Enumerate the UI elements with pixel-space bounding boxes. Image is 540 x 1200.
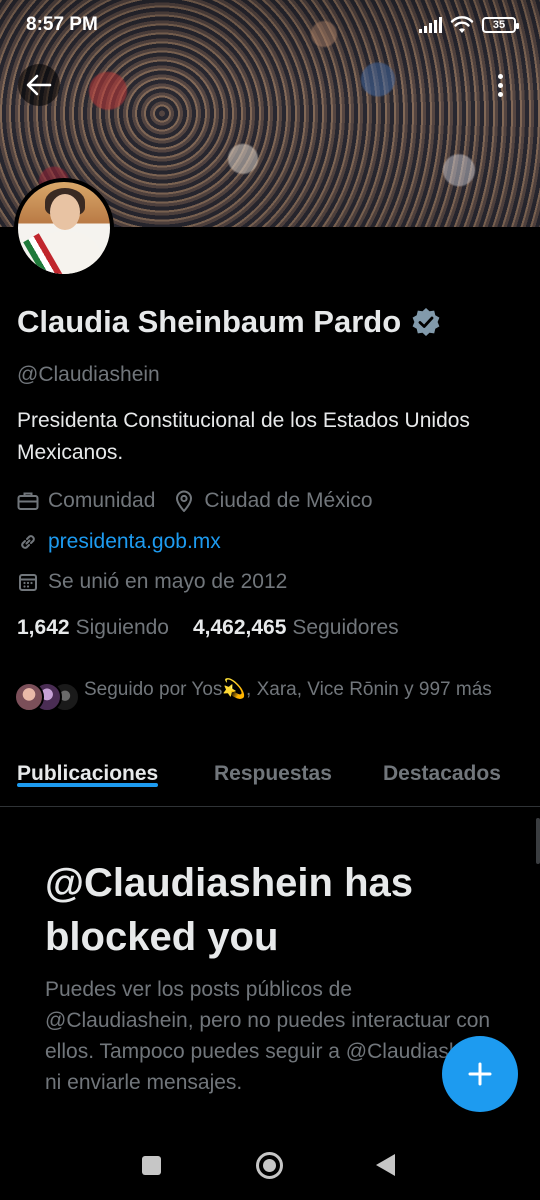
profile-name-row: Claudia Sheinbaum Pardo <box>17 304 441 340</box>
following-count: 1,642 <box>17 616 70 639</box>
briefcase-icon <box>17 490 39 512</box>
avatar <box>14 682 44 712</box>
signal-icon <box>419 17 442 33</box>
profile-category: Comunidad <box>48 489 156 512</box>
profile-page: 8:57 PM 35 Claudia Sheinbaum Pardo @Clau… <box>0 0 540 1200</box>
follow-counts: 1,642 Siguiendo 4,462,465 Seguidores <box>17 616 399 640</box>
recents-button[interactable] <box>142 1156 161 1175</box>
followers-count: 4,462,465 <box>192 616 287 639</box>
home-button[interactable] <box>256 1152 283 1179</box>
profile-tabs: Publicaciones Respuestas Destacados <box>0 744 540 807</box>
location-pin-icon <box>173 490 195 512</box>
tab-label: Destacados <box>383 762 501 785</box>
home-circle-icon <box>263 1159 276 1172</box>
calendar-icon <box>17 571 39 593</box>
profile-website-link[interactable]: presidenta.gob.mx <box>48 530 221 554</box>
followers-label: Seguidores <box>292 616 399 639</box>
plus-icon <box>468 1062 492 1086</box>
tab-publicaciones[interactable]: Publicaciones <box>17 744 159 787</box>
profile-meta-row-3: Se unió en mayo de 2012 <box>17 570 287 594</box>
link-icon <box>17 531 39 553</box>
tab-destacados[interactable]: Destacados <box>383 744 501 786</box>
profile-join-date: Se unió en mayo de 2012 <box>48 570 288 593</box>
system-back-button[interactable] <box>376 1154 395 1176</box>
followed-by-text: Seguido por Yos💫, Xara, Vice Rōnin y 997… <box>84 679 492 700</box>
status-bar: 8:57 PM 35 <box>0 0 540 50</box>
tab-label: Respuestas <box>214 762 332 785</box>
profile-meta-row-1: Comunidad Ciudad de México <box>17 489 373 513</box>
status-time: 8:57 PM <box>26 14 98 35</box>
profile-avatar[interactable] <box>14 178 114 278</box>
blocked-body: Puedes ver los posts públicos de @Claudi… <box>45 978 491 1094</box>
more-options-button[interactable] <box>480 64 520 106</box>
blocked-title: @Claudiashein has blocked you <box>45 861 413 959</box>
profile-bio: Presidenta Constitucional de los Estados… <box>17 409 470 464</box>
back-button[interactable] <box>18 64 60 106</box>
arrow-left-icon <box>26 74 52 96</box>
profile-location: Ciudad de México <box>204 489 373 512</box>
followers-link[interactable]: 4,462,465 Seguidores <box>193 616 399 640</box>
following-link[interactable]: 1,642 Siguiendo <box>17 616 169 640</box>
followed-by-avatars <box>14 676 80 712</box>
followed-by-row[interactable]: Seguido por Yos💫, Xara, Vice Rōnin y 997… <box>14 676 524 712</box>
profile-handle: @Claudiashein <box>17 363 160 386</box>
battery-icon: 35 <box>482 17 519 33</box>
compose-post-button[interactable] <box>442 1036 518 1112</box>
system-nav-bar <box>0 1136 540 1200</box>
more-vertical-icon <box>497 73 503 79</box>
scrollbar[interactable] <box>536 818 540 864</box>
following-label: Siguiendo <box>75 616 169 639</box>
active-tab-indicator <box>17 783 159 787</box>
tab-respuestas[interactable]: Respuestas <box>214 744 332 786</box>
profile-name: Claudia Sheinbaum Pardo <box>17 304 402 339</box>
tab-label: Publicaciones <box>17 762 159 785</box>
profile-meta-row-2: presidenta.gob.mx <box>17 530 221 554</box>
verified-badge-icon[interactable] <box>411 307 441 337</box>
status-icons: 35 <box>419 16 519 34</box>
wifi-icon <box>450 16 474 33</box>
